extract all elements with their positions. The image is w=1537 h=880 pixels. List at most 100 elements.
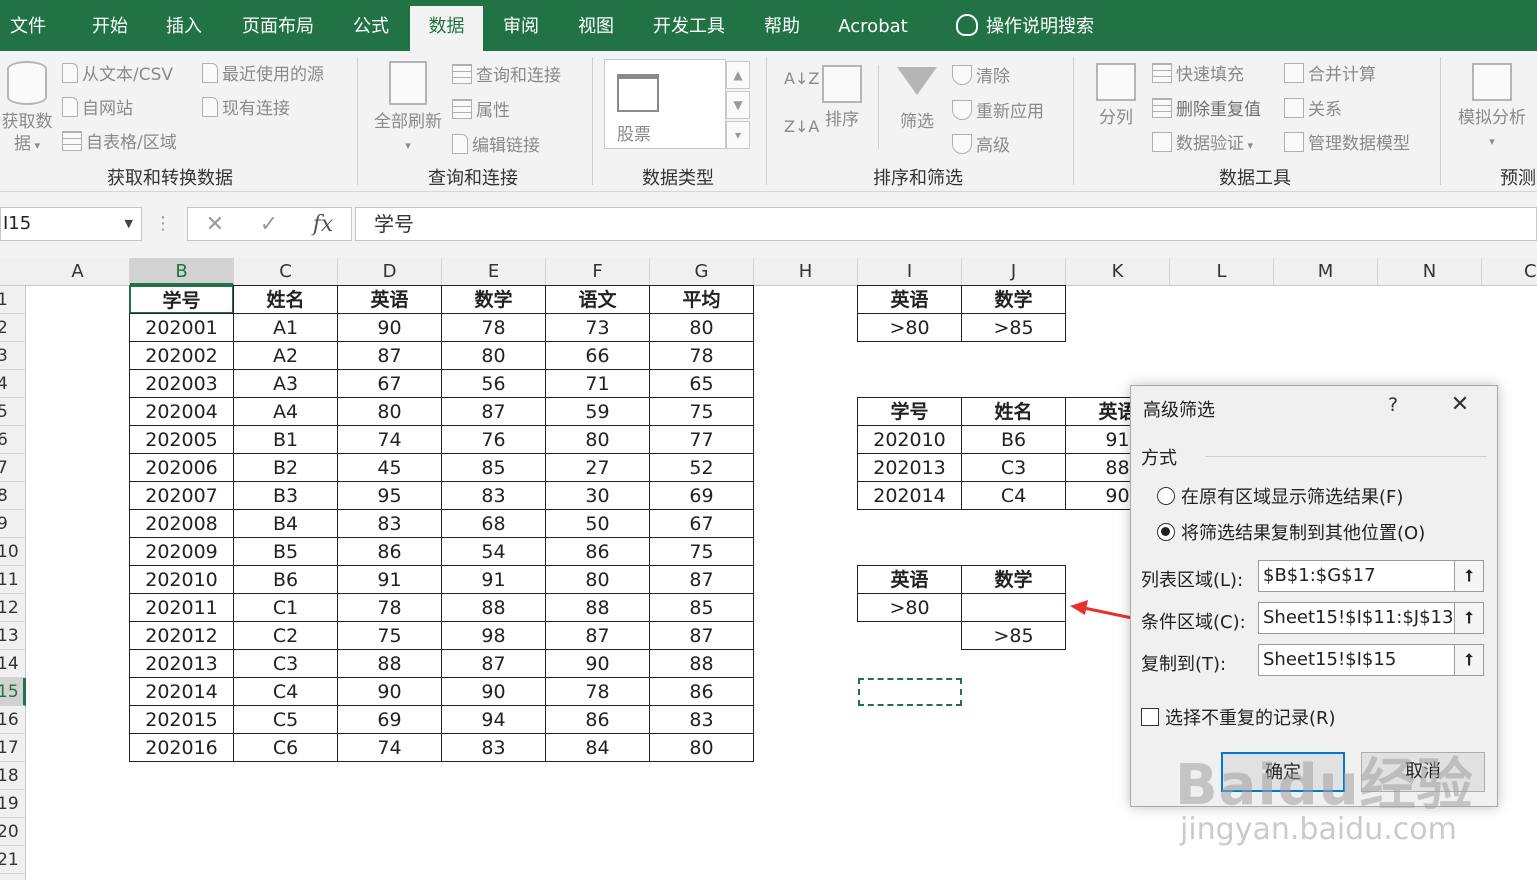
remove-duplicates-button[interactable]: 删除重复值: [1152, 95, 1261, 120]
table-row-cell[interactable]: 87: [337, 341, 442, 370]
criteria-or-header-cell[interactable]: 数学: [961, 565, 1066, 594]
table-row-cell[interactable]: 202010: [129, 565, 234, 594]
row-header-5[interactable]: 5: [0, 398, 26, 426]
table-row-cell[interactable]: 202013: [129, 649, 234, 678]
table-row-cell[interactable]: 30: [545, 481, 650, 510]
table-row-cell[interactable]: 74: [337, 733, 442, 762]
radio-copy-to-location[interactable]: 将筛选结果复制到其他位置(O): [1157, 519, 1425, 545]
tab-page-layout[interactable]: 页面布局: [228, 6, 328, 51]
table-row-cell[interactable]: 88: [545, 593, 650, 622]
from-web-button[interactable]: 自网站: [62, 94, 133, 119]
table-row-cell[interactable]: 83: [441, 481, 546, 510]
table-row-cell[interactable]: 202014: [129, 677, 234, 706]
result-header-cell[interactable]: 学号: [857, 397, 962, 426]
row-header-10[interactable]: 10: [0, 538, 26, 566]
stocks-data-type[interactable]: 股票: [604, 59, 726, 149]
table-row-cell[interactable]: 202003: [129, 369, 234, 398]
table-row-cell[interactable]: 75: [649, 397, 754, 426]
table-row-cell[interactable]: 202015: [129, 705, 234, 734]
table-row-cell[interactable]: 27: [545, 453, 650, 482]
table-row-cell[interactable]: A3: [233, 369, 338, 398]
reapply-button[interactable]: 重新应用: [952, 97, 1044, 122]
column-header-f[interactable]: F: [546, 258, 650, 286]
table-row-cell[interactable]: 78: [337, 593, 442, 622]
chevron-down-icon[interactable]: ▼: [125, 208, 133, 240]
table-row-cell[interactable]: C2: [233, 621, 338, 650]
row-header-1[interactable]: 1: [0, 286, 26, 314]
row-header-8[interactable]: 8: [0, 482, 26, 510]
table-row-cell[interactable]: B6: [233, 565, 338, 594]
row-header-4[interactable]: 4: [0, 370, 26, 398]
sort-button[interactable]: 排序: [816, 65, 868, 131]
table-row-cell[interactable]: 75: [337, 621, 442, 650]
criteria-range-input[interactable]: Sheet15!$I$11:$J$13: [1258, 602, 1483, 634]
table-row-cell[interactable]: 202009: [129, 537, 234, 566]
table-row-cell[interactable]: 86: [545, 537, 650, 566]
row-header-15[interactable]: 15: [0, 678, 26, 706]
table-header-cell[interactable]: 英语: [337, 285, 442, 314]
refresh-all-button[interactable]: 全部刷新 ▾: [368, 61, 448, 157]
table-row-cell[interactable]: 87: [649, 621, 754, 650]
list-range-input[interactable]: $B$1:$G$17: [1258, 560, 1483, 592]
table-row-cell[interactable]: A4: [233, 397, 338, 426]
row-header-2[interactable]: 2: [0, 314, 26, 342]
collapse-criteria-range-icon[interactable]: ⭡: [1454, 602, 1484, 634]
table-row-cell[interactable]: C3: [233, 649, 338, 678]
advanced-filter-button[interactable]: 高级: [952, 131, 1010, 156]
table-row-cell[interactable]: 80: [337, 397, 442, 426]
table-row-cell[interactable]: 52: [649, 453, 754, 482]
close-icon[interactable]: ✕: [1445, 392, 1475, 417]
existing-connections-button[interactable]: 现有连接: [202, 94, 290, 119]
tab-file[interactable]: 文件: [0, 6, 56, 51]
column-header-n[interactable]: N: [1378, 258, 1482, 286]
enter-check-icon[interactable]: ✓: [252, 208, 286, 242]
properties-button[interactable]: 属性: [452, 96, 510, 121]
result-row-cell[interactable]: 202010: [857, 425, 962, 454]
relationships-button[interactable]: 关系: [1284, 95, 1342, 120]
table-row-cell[interactable]: C5: [233, 705, 338, 734]
table-row-cell[interactable]: 45: [337, 453, 442, 482]
table-row-cell[interactable]: 80: [545, 425, 650, 454]
table-row-cell[interactable]: 91: [441, 565, 546, 594]
table-row-cell[interactable]: 80: [545, 565, 650, 594]
column-header-h[interactable]: H: [754, 258, 858, 286]
table-row-cell[interactable]: 85: [441, 453, 546, 482]
table-row-cell[interactable]: 80: [649, 733, 754, 762]
column-header-o[interactable]: C: [1482, 258, 1537, 286]
column-header-d[interactable]: D: [338, 258, 442, 286]
table-row-cell[interactable]: 78: [649, 341, 754, 370]
table-row-cell[interactable]: 67: [649, 509, 754, 538]
criteria-or-cell[interactable]: [961, 593, 1066, 622]
table-row-cell[interactable]: 87: [441, 397, 546, 426]
gallery-up-icon[interactable]: ▲: [726, 61, 750, 89]
row-header-18[interactable]: 18: [0, 762, 26, 790]
row-header-21[interactable]: 21: [0, 846, 26, 874]
insert-function-icon[interactable]: fx: [306, 208, 340, 242]
table-row-cell[interactable]: 78: [545, 677, 650, 706]
row-header-20[interactable]: 20: [0, 818, 26, 846]
from-table-button[interactable]: 自表格/区域: [62, 128, 177, 153]
column-header-m[interactable]: M: [1274, 258, 1378, 286]
text-to-columns-button[interactable]: 分列: [1088, 63, 1144, 129]
table-row-cell[interactable]: 90: [337, 313, 442, 342]
collapse-copy-to-icon[interactable]: ⭡: [1454, 644, 1484, 676]
table-row-cell[interactable]: C4: [233, 677, 338, 706]
table-row-cell[interactable]: 68: [441, 509, 546, 538]
collapse-list-range-icon[interactable]: ⭡: [1454, 560, 1484, 592]
name-box[interactable]: I15 ▼: [0, 207, 142, 241]
table-row-cell[interactable]: B1: [233, 425, 338, 454]
table-row-cell[interactable]: 202005: [129, 425, 234, 454]
row-header-16[interactable]: 16: [0, 706, 26, 734]
row-header-19[interactable]: 19: [0, 790, 26, 818]
formula-input[interactable]: 学号: [355, 207, 1537, 241]
result-header-cell[interactable]: 姓名: [961, 397, 1066, 426]
table-row-cell[interactable]: C6: [233, 733, 338, 762]
table-row-cell[interactable]: 50: [545, 509, 650, 538]
table-row-cell[interactable]: 84: [545, 733, 650, 762]
tab-help[interactable]: 帮助: [750, 6, 814, 51]
table-row-cell[interactable]: 202011: [129, 593, 234, 622]
row-header-17[interactable]: 17: [0, 734, 26, 762]
tell-me-search[interactable]: 操作说明搜索: [940, 6, 1110, 51]
table-row-cell[interactable]: 69: [649, 481, 754, 510]
table-row-cell[interactable]: 73: [545, 313, 650, 342]
